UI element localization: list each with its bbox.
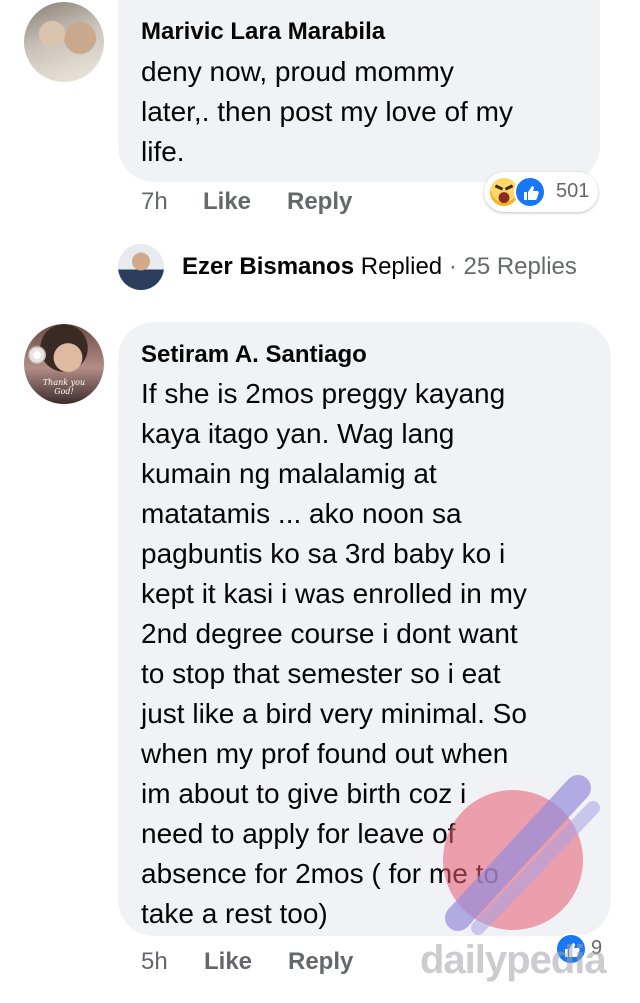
comment-text-line: kaya itago yan. Wag lang: [141, 418, 455, 449]
comment-author-name[interactable]: Setiram A. Santiago: [141, 341, 367, 369]
replied-label: Replied: [360, 253, 443, 280]
comment-text: deny now, proud mommy later,. then post …: [141, 52, 513, 172]
reply-button[interactable]: Reply: [288, 948, 353, 976]
reaction-count: 501: [556, 180, 590, 202]
reply-button[interactable]: Reply: [287, 188, 352, 216]
comment-text-line: life.: [141, 136, 185, 167]
replier-name: Ezer Bismanos: [182, 253, 355, 280]
watermark-logo-icon: [443, 775, 600, 935]
like-button[interactable]: Like: [204, 948, 252, 976]
replier-avatar[interactable]: [118, 244, 164, 290]
like-button[interactable]: Like: [203, 188, 251, 216]
comment-text-line: kumain ng malalamig at: [141, 458, 437, 489]
reaction-summary[interactable]: 501: [484, 172, 598, 212]
comment-text-line: deny now, proud mommy: [141, 56, 454, 87]
comment-text-line: later,. then post my love of my: [141, 96, 513, 127]
comment-timestamp: 7h: [141, 188, 168, 215]
commenter-avatar[interactable]: [24, 2, 104, 82]
comment-text-line: matatamis ... ako noon sa: [141, 498, 462, 529]
comment-text-line: 2nd degree course i dont want: [141, 618, 518, 649]
commenter-avatar[interactable]: Thank you God!: [24, 324, 104, 404]
comment-actions: 5h Like Reply: [141, 948, 441, 978]
comment-text-line: kept it kasi i was enrolled in my: [141, 578, 527, 609]
rose-icon: [28, 346, 46, 364]
comment-text-line: to stop that semester so i eat: [141, 658, 501, 689]
separator-dot: ·: [448, 253, 457, 280]
comment-text-line: just like a bird very minimal. So: [141, 698, 527, 729]
comment-actions: 7h Like Reply: [141, 188, 441, 218]
watermark-text: dailypedia: [420, 938, 607, 982]
comment-text-line: pagbuntis ko sa 3rd baby ko i: [141, 538, 506, 569]
comment-text-line: If she is 2mos preggy kayang: [141, 378, 506, 409]
like-reaction-icon: [514, 176, 546, 208]
comment-timestamp: 5h: [141, 948, 168, 975]
avatar-caption: Thank you God!: [42, 378, 86, 396]
comment-author-name[interactable]: Marivic Lara Marabila: [141, 18, 385, 46]
view-replies-link[interactable]: Ezer Bismanos Replied · 25 Replies: [182, 253, 577, 281]
replies-count: 25 Replies: [463, 253, 577, 280]
